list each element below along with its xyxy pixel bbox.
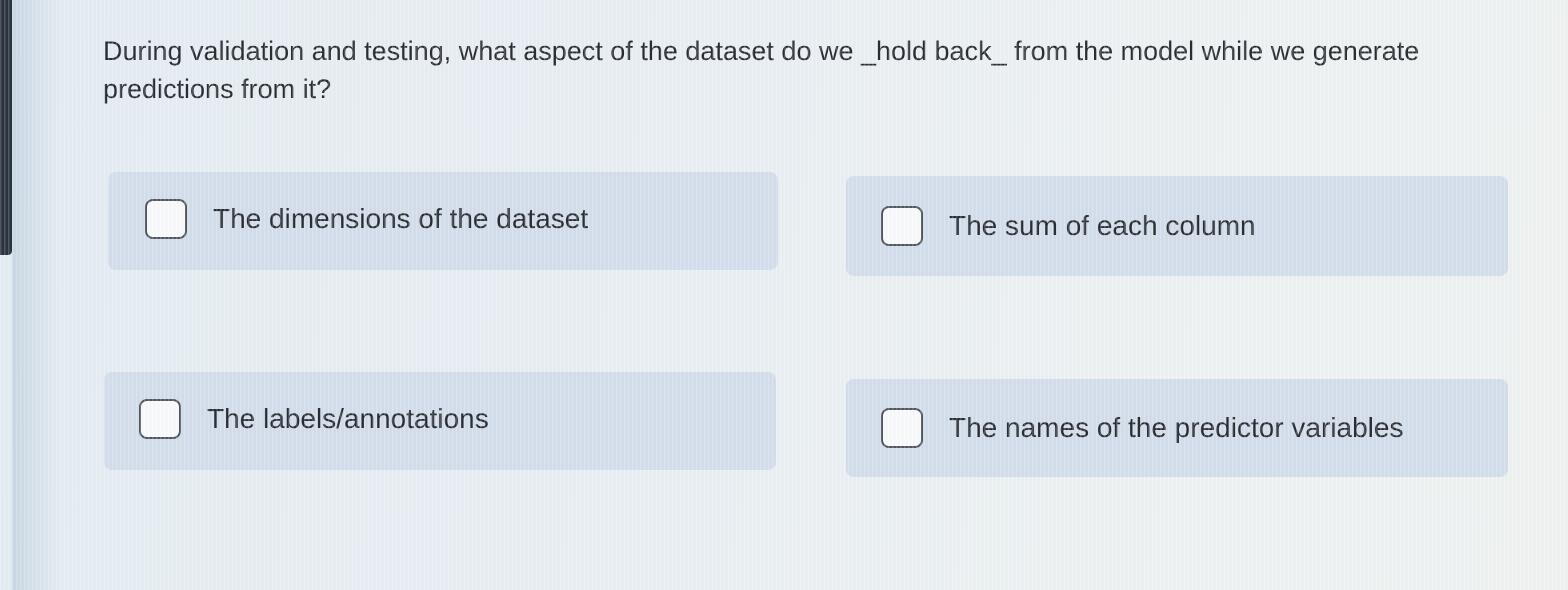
answer-option-label: The dimensions of the dataset xyxy=(213,203,589,234)
checkbox-icon[interactable] xyxy=(881,206,923,246)
answer-option-label: The labels/annotations xyxy=(207,403,489,434)
checkbox-icon[interactable] xyxy=(139,399,181,439)
answer-option-column-sum[interactable]: The sum of each column xyxy=(846,176,1508,276)
checkbox-icon[interactable] xyxy=(145,199,187,239)
answer-option-dimensions[interactable]: The dimensions of the dataset xyxy=(108,172,778,270)
question-text: During validation and testing, what aspe… xyxy=(103,36,1420,104)
answer-option-label: The names of the predictor variables xyxy=(949,412,1404,443)
answer-option-label: The sum of each column xyxy=(949,210,1256,241)
checkbox-icon[interactable] xyxy=(881,408,923,448)
answer-option-predictor-names[interactable]: The names of the predictor variables xyxy=(846,379,1508,477)
answer-option-labels[interactable]: The labels/annotations xyxy=(104,372,776,470)
left-edge-shadow xyxy=(12,0,60,590)
left-panel-edge xyxy=(0,0,12,255)
